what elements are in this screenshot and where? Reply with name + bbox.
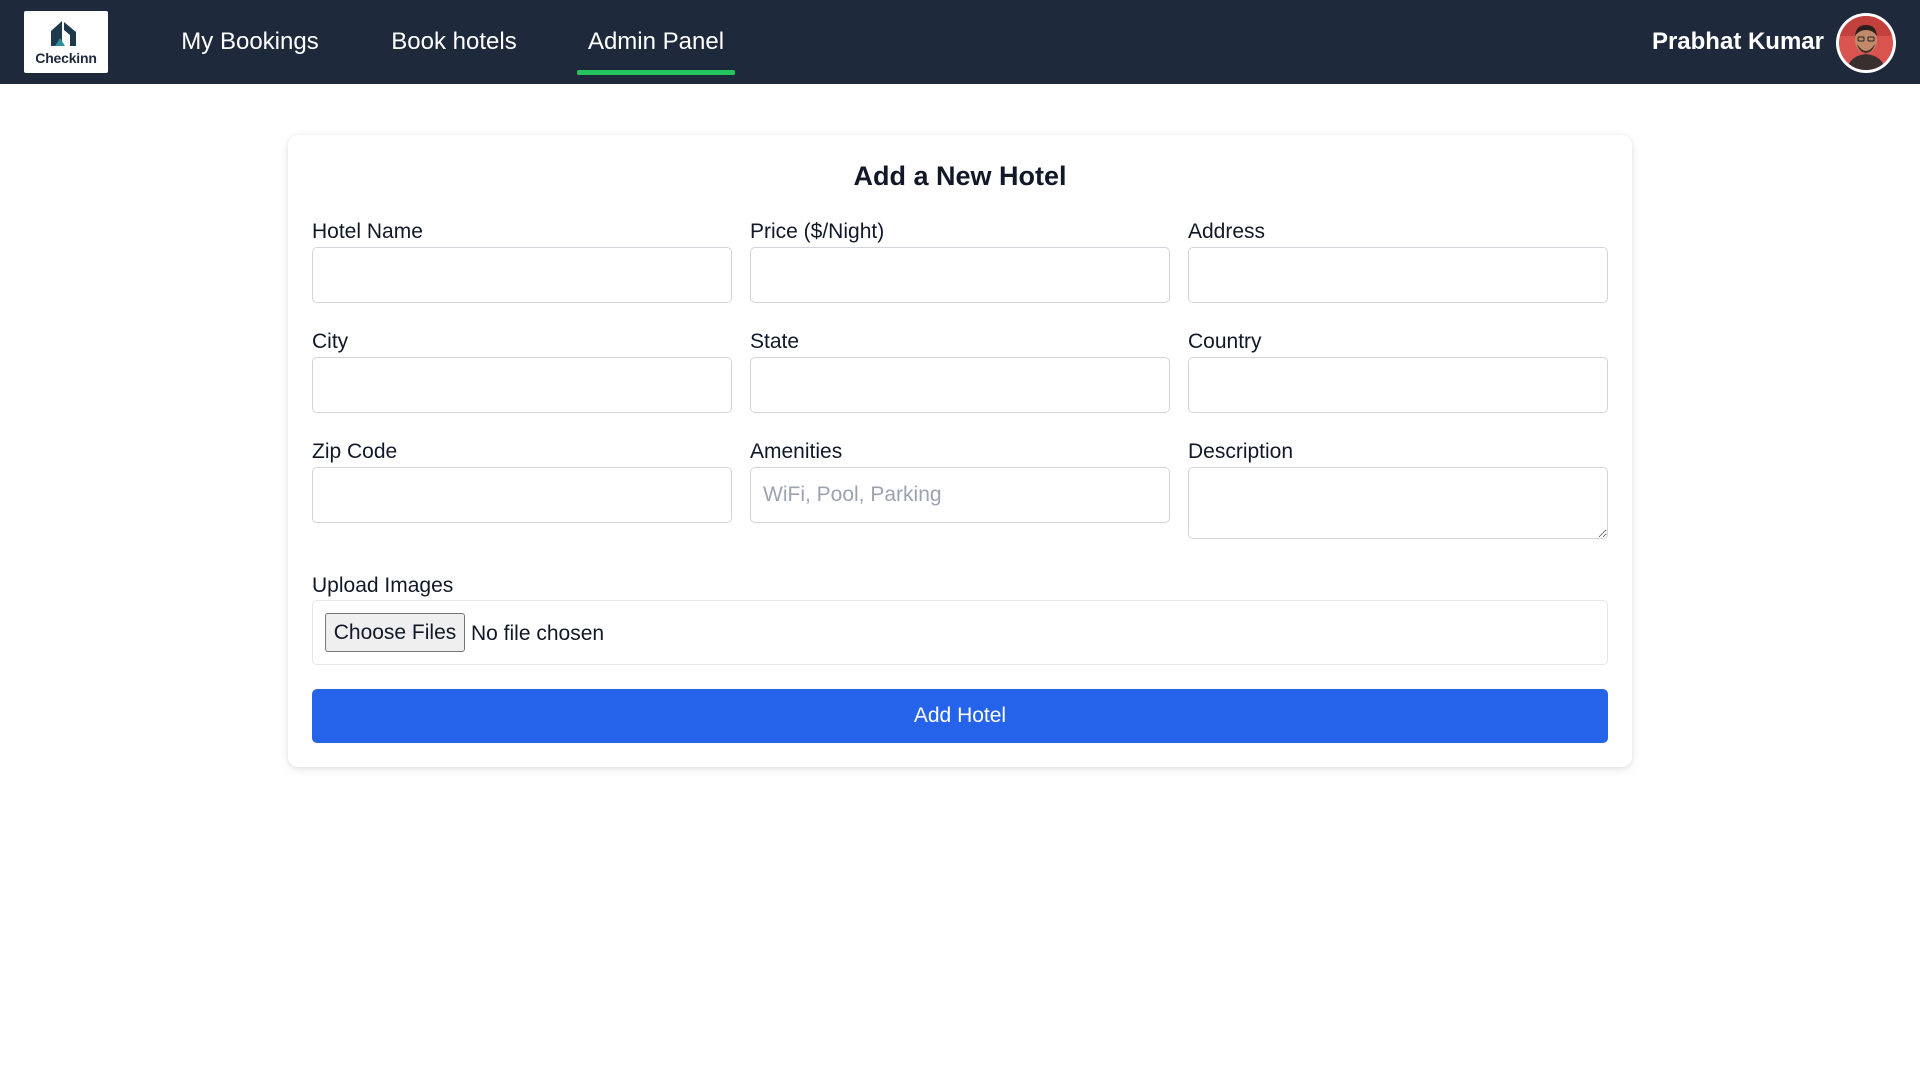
state-label: State xyxy=(750,330,800,353)
price-label: Price ($/Night) xyxy=(750,220,885,243)
house-logo-icon xyxy=(51,21,76,46)
upload-images-label: Upload Images xyxy=(312,574,454,597)
description-textarea[interactable] xyxy=(1188,467,1608,539)
amenities-label: Amenities xyxy=(750,440,843,463)
hotel-name-input[interactable] xyxy=(312,247,732,303)
nav-my-bookings[interactable]: My Bookings xyxy=(168,0,332,84)
price-input[interactable] xyxy=(750,247,1170,303)
state-input[interactable] xyxy=(750,357,1170,413)
brand-logo[interactable]: Checkinn xyxy=(24,11,108,73)
brand-name: Checkinn xyxy=(35,50,97,66)
choose-files-button[interactable]: Choose Files xyxy=(325,613,465,652)
add-hotel-card: Add a New Hotel Hotel Name Price ($/Nigh… xyxy=(288,135,1632,767)
file-status-text: No file chosen xyxy=(471,621,605,645)
city-input[interactable] xyxy=(312,357,732,413)
user-name[interactable]: Prabhat Kumar xyxy=(1652,0,1824,84)
active-tab-indicator xyxy=(577,70,735,75)
user-avatar[interactable] xyxy=(1836,13,1896,73)
zip-code-label: Zip Code xyxy=(312,440,398,463)
city-label: City xyxy=(312,330,349,353)
address-input[interactable] xyxy=(1188,247,1608,303)
file-upload-field[interactable]: Choose Files No file chosen xyxy=(312,600,1608,665)
zip-code-input[interactable] xyxy=(312,467,732,523)
amenities-input[interactable] xyxy=(750,467,1170,523)
add-hotel-button[interactable]: Add Hotel xyxy=(312,689,1608,743)
address-label: Address xyxy=(1188,220,1266,243)
top-navbar: Checkinn My Bookings Book hotels Admin P… xyxy=(0,0,1920,84)
hotel-name-label: Hotel Name xyxy=(312,220,423,243)
country-input[interactable] xyxy=(1188,357,1608,413)
form-title: Add a New Hotel xyxy=(853,161,1067,191)
nav-book-hotels[interactable]: Book hotels xyxy=(376,0,532,84)
description-label: Description xyxy=(1188,440,1294,463)
country-label: Country xyxy=(1188,330,1262,353)
